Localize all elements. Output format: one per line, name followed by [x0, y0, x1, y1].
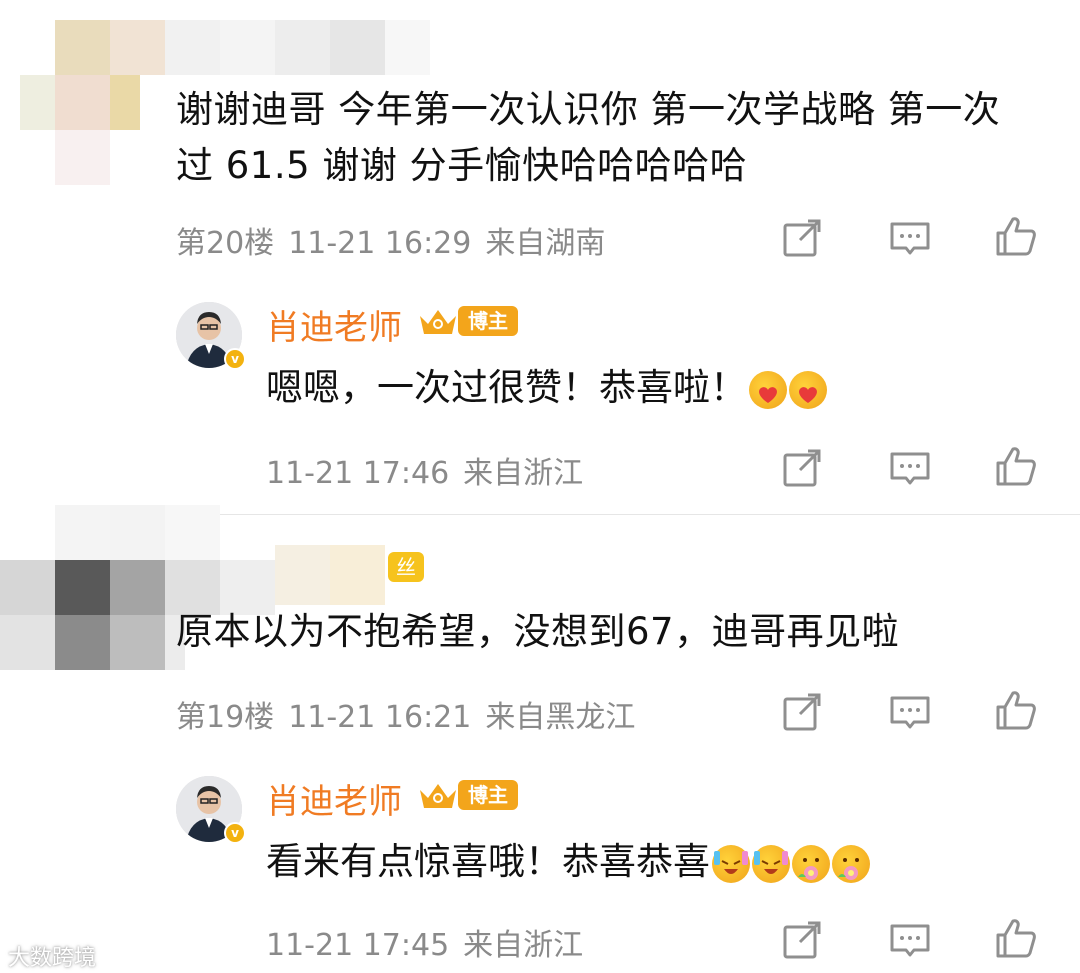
comment-icon	[890, 452, 930, 485]
verified-icon: v	[224, 348, 246, 370]
comment-location: 来自黑龙江	[485, 700, 636, 735]
verified-icon: v	[224, 822, 246, 844]
fan-badge: 丝	[388, 552, 424, 582]
flower-emoji-icon	[832, 844, 870, 883]
hug-emoji-icon	[749, 370, 787, 409]
floor-number: 第20楼	[176, 226, 275, 261]
comment-text: 原本以为不抱希望，没想到67，迪哥再见啦	[176, 610, 900, 653]
crown-icon	[420, 310, 456, 334]
cheer-emoji-icon	[712, 844, 750, 883]
reply-text: 嗯嗯，一次过很赞！恭喜啦！	[266, 360, 827, 416]
floor-number: 第19楼	[176, 700, 275, 735]
comment-time: 11-21 16:29	[288, 226, 472, 261]
reply-text-content: 嗯嗯，一次过很赞！恭喜啦！	[266, 366, 747, 409]
blogger-badge: 博主	[458, 780, 518, 810]
comment-icon	[890, 924, 930, 957]
reply-button[interactable]	[888, 690, 932, 734]
reply-author-name[interactable]: 肖迪老师	[266, 300, 402, 349]
share-icon	[783, 449, 821, 487]
reply-author-name[interactable]: 肖迪老师	[266, 774, 402, 823]
reply-text: 看来有点惊喜哦！恭喜恭喜	[266, 834, 870, 890]
reply-location: 来自浙江	[463, 928, 584, 963]
comment-meta: 第19楼 11-21 16:21 来自黑龙江	[176, 692, 649, 736]
comment-time: 11-21 16:21	[288, 700, 472, 735]
watermark: 大数跨境	[8, 946, 97, 971]
reply-meta: 11-21 17:46 来自浙江	[266, 448, 597, 492]
like-button[interactable]	[994, 444, 1038, 488]
share-button[interactable]	[780, 690, 824, 734]
reply-text-content: 看来有点惊喜哦！恭喜恭喜	[266, 840, 710, 883]
hug-emoji-icon	[789, 370, 827, 409]
cheer-emoji-icon	[752, 844, 790, 883]
like-button[interactable]	[994, 214, 1038, 258]
share-icon	[783, 219, 821, 257]
comment-text: 谢谢迪哥 今年第一次认识你 第一次学战略 第一次过 61.5 谢谢 分手愉快哈哈…	[176, 88, 1001, 187]
reply-location: 来自浙江	[463, 456, 584, 491]
share-button[interactable]	[780, 446, 824, 490]
author-avatar[interactable]: v	[176, 776, 246, 844]
reply-button[interactable]	[888, 216, 932, 260]
like-icon	[996, 447, 1036, 486]
comment-location: 来自湖南	[485, 226, 606, 261]
reply-time: 11-21 17:46	[266, 456, 450, 491]
reply-button[interactable]	[888, 918, 932, 962]
flower-emoji-icon	[792, 844, 830, 883]
pixelated-user-avatar	[0, 505, 440, 695]
share-button[interactable]	[780, 918, 824, 962]
like-button[interactable]	[994, 916, 1038, 960]
comment-icon	[890, 222, 930, 255]
reply-meta: 11-21 17:45 来自浙江	[266, 920, 597, 964]
like-icon	[996, 691, 1036, 730]
comment-icon	[890, 696, 930, 729]
like-icon	[996, 217, 1036, 256]
like-icon	[996, 919, 1036, 958]
author-avatar[interactable]: v	[176, 302, 246, 370]
share-button[interactable]	[780, 216, 824, 260]
comment-meta: 第20楼 11-21 16:29 来自湖南	[176, 218, 619, 262]
reply-button[interactable]	[888, 446, 932, 490]
crown-icon	[420, 784, 456, 808]
share-icon	[783, 921, 821, 959]
blogger-badge: 博主	[458, 306, 518, 336]
like-button[interactable]	[994, 688, 1038, 732]
share-icon	[783, 693, 821, 731]
reply-time: 11-21 17:45	[266, 928, 450, 963]
